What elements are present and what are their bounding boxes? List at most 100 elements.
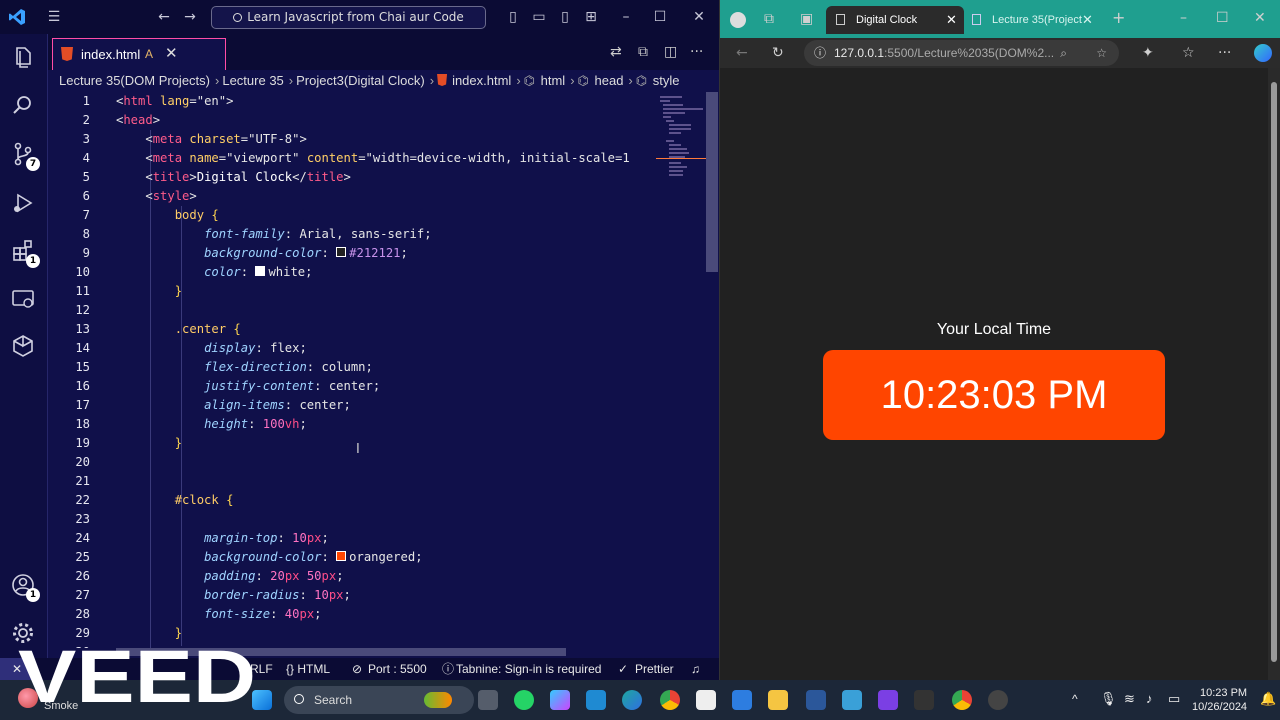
new-tab-icon[interactable]: + bbox=[1112, 10, 1125, 26]
breadcrumb-item[interactable]: style bbox=[653, 73, 680, 88]
tab-actions-icon[interactable]: ▣ bbox=[800, 12, 813, 26]
vscode-taskbar-icon[interactable] bbox=[586, 690, 606, 710]
split-editor-icon[interactable]: ◫ bbox=[664, 44, 677, 60]
minimap-line bbox=[663, 112, 685, 114]
minimap-line bbox=[663, 116, 671, 118]
favorite-star-icon[interactable]: ☆ bbox=[1096, 40, 1107, 66]
page-scrollbar[interactable] bbox=[1268, 68, 1280, 680]
onenote-icon[interactable] bbox=[878, 690, 898, 710]
address-bar[interactable]: ⓘ 127.0.0.1:5500/Lecture%2035(DOM%2... ⌕… bbox=[804, 40, 1119, 66]
remote-explorer-icon[interactable] bbox=[10, 286, 38, 314]
store-icon[interactable] bbox=[696, 690, 716, 710]
minimap[interactable] bbox=[652, 92, 706, 648]
open-preview-icon[interactable]: ⧉ bbox=[638, 44, 648, 60]
photos-icon[interactable] bbox=[842, 690, 862, 710]
taskbar-search[interactable]: Search bbox=[284, 686, 474, 714]
close-window-icon[interactable]: ✕ bbox=[1254, 11, 1266, 25]
browser-tab-lecture[interactable]: Lecture 35(Project ✕ bbox=[968, 6, 1098, 34]
microphone-icon[interactable]: 🎙 bbox=[1100, 691, 1117, 707]
back-arrow-icon[interactable]: ← bbox=[736, 46, 748, 60]
color-swatch[interactable] bbox=[255, 266, 266, 276]
run-debug-icon[interactable] bbox=[10, 190, 38, 218]
power-automate-icon[interactable] bbox=[732, 690, 752, 710]
breadcrumb-item[interactable]: head bbox=[595, 73, 624, 88]
battery-icon[interactable]: ▭ bbox=[1168, 691, 1180, 707]
bell-icon[interactable]: ♫ bbox=[691, 658, 700, 680]
codeium-icon[interactable] bbox=[10, 333, 38, 361]
chevron-right-icon: › bbox=[215, 73, 220, 88]
favorites-icon[interactable]: ☆ bbox=[1182, 46, 1195, 60]
terminal-icon[interactable] bbox=[914, 690, 934, 710]
close-window-icon[interactable]: ✕ bbox=[689, 7, 709, 27]
refresh-icon[interactable]: ↻ bbox=[772, 46, 784, 60]
wifi-icon[interactable]: ≋ bbox=[1124, 691, 1135, 707]
notification-bell-icon[interactable]: 🔔 bbox=[1260, 691, 1276, 707]
workspaces-icon[interactable]: ⧉ bbox=[764, 12, 774, 26]
tab-label: index.html bbox=[81, 47, 141, 62]
obs-icon[interactable] bbox=[988, 690, 1008, 710]
tab-close-icon[interactable]: ✕ bbox=[165, 44, 178, 62]
word-icon[interactable] bbox=[806, 690, 826, 710]
close-tab-icon[interactable]: ✕ bbox=[946, 6, 957, 34]
open-changes-icon[interactable]: ⇄ bbox=[610, 44, 622, 60]
chevron-up-icon[interactable]: ^ bbox=[1072, 692, 1078, 706]
volume-icon[interactable]: ♪ bbox=[1146, 691, 1153, 706]
html-file-icon bbox=[437, 74, 448, 86]
command-center-search[interactable]: Learn Javascript from Chai aur Code bbox=[211, 6, 486, 29]
forward-arrow-icon[interactable]: → bbox=[180, 7, 200, 27]
taskbar-date[interactable]: 10/26/2024 bbox=[1192, 701, 1247, 713]
search-icon[interactable] bbox=[10, 92, 38, 120]
close-tab-icon[interactable]: ✕ bbox=[1082, 6, 1093, 34]
code-line: 3 <meta charset="UTF-8"> bbox=[82, 132, 307, 146]
minimize-icon[interactable]: – bbox=[616, 7, 636, 27]
profile-avatar-icon[interactable] bbox=[730, 12, 746, 28]
more-options-icon[interactable]: ··· bbox=[1218, 46, 1231, 60]
maximize-icon[interactable]: ☐ bbox=[650, 7, 670, 27]
vscode-logo-icon bbox=[9, 9, 25, 25]
maximize-icon[interactable]: ☐ bbox=[1216, 11, 1229, 25]
vertical-scrollbar[interactable] bbox=[706, 92, 718, 648]
back-arrow-icon[interactable]: ← bbox=[154, 7, 174, 27]
whatsapp-icon[interactable] bbox=[514, 690, 534, 710]
breadcrumb-item[interactable]: Project3(Digital Clock) bbox=[296, 73, 425, 88]
accounts-icon[interactable]: 1 bbox=[10, 572, 40, 602]
taskbar-time[interactable]: 10:23 PM bbox=[1200, 687, 1247, 699]
status-language[interactable]: {} HTML bbox=[286, 658, 330, 680]
chrome-profile-icon[interactable] bbox=[952, 690, 972, 710]
extensions-icon[interactable]: 1 bbox=[10, 238, 40, 268]
color-swatch[interactable] bbox=[336, 247, 347, 257]
status-port[interactable]: Port : 5500 bbox=[368, 658, 427, 680]
task-view-icon[interactable] bbox=[478, 690, 498, 710]
breadcrumb-item[interactable]: Lecture 35(DOM Projects) bbox=[59, 73, 210, 88]
toggle-sidebar-icon[interactable]: ▯ bbox=[503, 7, 523, 27]
minimize-icon[interactable]: – bbox=[1180, 11, 1187, 25]
toggle-secondary-sidebar-icon[interactable]: ▯ bbox=[555, 7, 575, 27]
site-info-icon[interactable]: ⓘ bbox=[814, 40, 826, 66]
scrollbar-thumb[interactable] bbox=[1271, 82, 1277, 662]
breadcrumb-item[interactable]: Lecture 35 bbox=[222, 73, 283, 88]
source-control-icon[interactable]: 7 bbox=[10, 141, 40, 171]
edge-taskbar-icon[interactable] bbox=[622, 690, 642, 710]
scrollbar-thumb[interactable] bbox=[706, 92, 718, 272]
copilot-icon[interactable] bbox=[1254, 44, 1272, 62]
chrome-taskbar-icon[interactable] bbox=[660, 690, 680, 710]
color-swatch[interactable] bbox=[336, 551, 347, 561]
customize-layout-icon[interactable]: ⊞ bbox=[581, 7, 601, 27]
code-editor[interactable]: 1 <html lang="en"> 2 <head> 3 <meta charse… bbox=[48, 92, 652, 648]
menu-icon[interactable]: ☰ bbox=[44, 7, 64, 27]
breadcrumb-item[interactable]: html bbox=[541, 73, 566, 88]
tab-index-html[interactable]: index.html A ✕ bbox=[52, 38, 226, 70]
status-prettier[interactable]: Prettier bbox=[635, 658, 674, 680]
extensions-icon[interactable]: ✦ bbox=[1142, 46, 1154, 60]
toggle-panel-icon[interactable]: ▭ bbox=[529, 7, 549, 27]
status-tabnine[interactable]: Tabnine: Sign-in is required bbox=[456, 658, 601, 680]
breadcrumb-item[interactable]: index.html bbox=[452, 73, 511, 88]
browser-tab-digital-clock[interactable]: Digital Clock ✕ bbox=[826, 6, 964, 34]
minimap-line bbox=[666, 140, 674, 142]
more-actions-icon[interactable]: ··· bbox=[690, 44, 703, 60]
file-explorer-icon[interactable] bbox=[768, 690, 788, 710]
copilot-app-icon[interactable] bbox=[550, 690, 570, 710]
explorer-icon[interactable] bbox=[10, 44, 38, 72]
minimap-line bbox=[669, 124, 691, 126]
zoom-icon[interactable]: ⌕ bbox=[1060, 40, 1067, 66]
